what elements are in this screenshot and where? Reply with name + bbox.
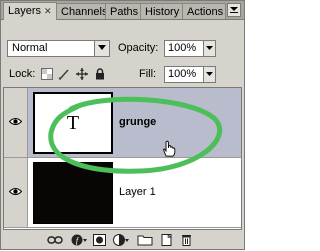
layers-list: T grunge Layer 1 <box>3 87 242 230</box>
fill-label: Fill: <box>139 68 157 80</box>
hand-cursor-icon <box>163 140 176 157</box>
layers-toolbar: f <box>1 230 244 249</box>
lock-label: Lock: <box>9 68 36 80</box>
eye-icon <box>9 118 22 125</box>
layer-mask-icon[interactable] <box>93 234 109 246</box>
opacity-label: Opacity: <box>118 42 159 54</box>
new-layer-icon[interactable] <box>159 234 175 246</box>
layer-row-layer-1[interactable]: Layer 1 <box>4 158 241 228</box>
tab-layers[interactable]: Layers ✕ <box>3 2 57 20</box>
opacity-slider-button[interactable] <box>204 40 216 57</box>
chevron-down-icon[interactable] <box>94 41 109 56</box>
fill-slider-button[interactable] <box>204 66 216 83</box>
lock-position-icon[interactable] <box>76 68 88 80</box>
new-group-icon[interactable] <box>137 234 153 246</box>
visibility-toggle[interactable] <box>4 88 28 157</box>
layer-thumbnail-text[interactable]: T <box>33 92 113 154</box>
panel-menu-icon <box>230 7 238 13</box>
layer-thumbnail-image[interactable] <box>33 162 113 224</box>
layers-panel: Layers ✕ Channels Paths History Actions N… <box>0 0 245 250</box>
opacity-field[interactable]: 100% <box>164 40 204 57</box>
link-layers-icon[interactable] <box>47 234 63 246</box>
layer-name[interactable]: Layer 1 <box>119 186 156 198</box>
adjustment-layer-icon[interactable] <box>113 234 129 246</box>
layer-row-grunge[interactable]: T grunge <box>4 88 241 158</box>
fill-field[interactable]: 100% <box>164 66 204 83</box>
tab-paths[interactable]: Paths <box>105 3 141 19</box>
trash-icon[interactable] <box>179 234 195 246</box>
tab-history[interactable]: History <box>140 3 183 19</box>
tab-actions[interactable]: Actions <box>182 3 226 19</box>
lock-transparent-pixels-icon[interactable] <box>41 68 53 80</box>
close-icon[interactable]: ✕ <box>44 6 52 16</box>
lock-all-icon[interactable] <box>94 68 106 80</box>
layer-style-icon[interactable]: f <box>71 234 87 246</box>
layer-name[interactable]: grunge <box>119 116 156 128</box>
eye-icon <box>9 188 22 195</box>
lock-image-pixels-icon[interactable] <box>58 68 70 80</box>
blend-mode-select[interactable]: Normal <box>7 40 110 57</box>
panel-menu-button[interactable] <box>227 3 241 17</box>
tab-channels[interactable]: Channels <box>56 3 107 19</box>
visibility-toggle[interactable] <box>4 158 28 227</box>
panel-tab-bar: Layers ✕ Channels Paths History Actions <box>1 1 244 20</box>
